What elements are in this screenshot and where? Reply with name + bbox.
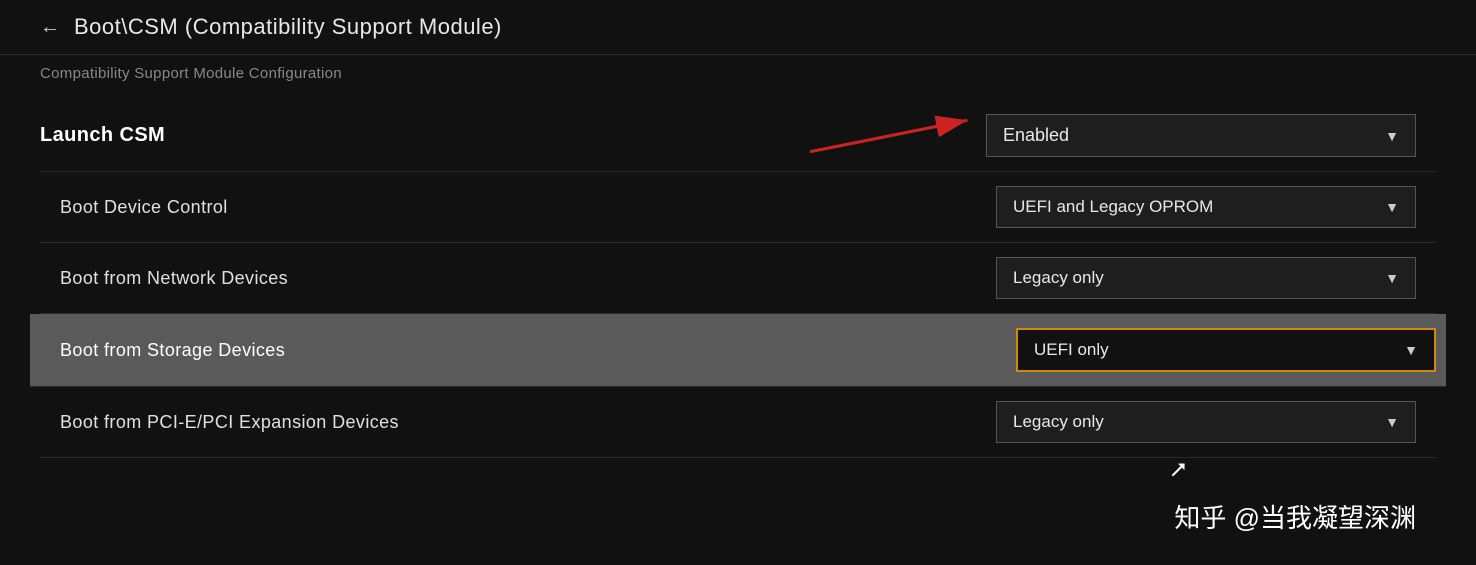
boot-from-network-label: Boot from Network Devices (40, 268, 288, 289)
boot-from-pci-dropdown-wrapper: Legacy only ▼ (996, 401, 1416, 443)
dropdown-arrow-icon-2: ▼ (1385, 199, 1399, 215)
dropdown-arrow-icon: ▼ (1385, 128, 1399, 144)
launch-csm-dropdown[interactable]: Enabled ▼ (986, 114, 1416, 157)
boot-from-pci-dropdown[interactable]: Legacy only ▼ (996, 401, 1416, 443)
boot-from-storage-row: Boot from Storage Devices UEFI only ▼ (30, 314, 1446, 387)
boot-device-control-label: Boot Device Control (40, 197, 228, 218)
boot-device-control-dropdown[interactable]: UEFI and Legacy OPROM ▼ (996, 186, 1416, 228)
launch-csm-dropdown-wrapper: Enabled ▼ (986, 114, 1416, 157)
boot-from-network-row: Boot from Network Devices Legacy only ▼ (40, 243, 1436, 314)
back-button[interactable]: ← (40, 16, 60, 39)
boot-from-pci-row: Boot from PCI-E/PCI Expansion Devices Le… (40, 387, 1436, 458)
mouse-cursor: ⭧ (1170, 457, 1186, 485)
red-arrow-indicator (801, 111, 981, 161)
boot-from-storage-dropdown[interactable]: UEFI only ▼ (1016, 328, 1436, 372)
launch-csm-row: Launch CSM Enabled ▼ (40, 100, 1436, 172)
dropdown-arrow-icon-5: ▼ (1385, 414, 1399, 430)
boot-from-network-value: Legacy only (1013, 268, 1104, 288)
dropdown-arrow-icon-3: ▼ (1385, 270, 1399, 286)
boot-from-storage-value: UEFI only (1034, 340, 1109, 360)
boot-from-storage-label: Boot from Storage Devices (40, 340, 285, 361)
page-title: Boot\CSM (Compatibility Support Module) (74, 14, 502, 40)
bios-screen: ← Boot\CSM (Compatibility Support Module… (0, 0, 1476, 565)
header-bar: ← Boot\CSM (Compatibility Support Module… (0, 0, 1476, 55)
page-subtitle: Compatibility Support Module Configurati… (0, 55, 1476, 100)
boot-device-control-value: UEFI and Legacy OPROM (1013, 197, 1213, 217)
settings-list: Launch CSM Enabled ▼ Boot Device Control (0, 100, 1476, 458)
boot-device-control-row: Boot Device Control UEFI and Legacy OPRO… (40, 172, 1436, 243)
launch-csm-label: Launch CSM (40, 124, 165, 147)
boot-device-control-dropdown-wrapper: UEFI and Legacy OPROM ▼ (996, 186, 1416, 228)
dropdown-arrow-icon-4: ▼ (1404, 342, 1418, 358)
launch-csm-value: Enabled (1003, 125, 1069, 146)
boot-from-pci-label: Boot from PCI-E/PCI Expansion Devices (40, 412, 399, 433)
watermark-text: 知乎 @当我凝望深渊 (1174, 498, 1416, 535)
boot-from-pci-value: Legacy only (1013, 412, 1104, 432)
boot-from-network-dropdown-wrapper: Legacy only ▼ (996, 257, 1416, 299)
boot-from-network-dropdown[interactable]: Legacy only ▼ (996, 257, 1416, 299)
boot-from-storage-dropdown-wrapper: UEFI only ▼ (1016, 328, 1436, 372)
